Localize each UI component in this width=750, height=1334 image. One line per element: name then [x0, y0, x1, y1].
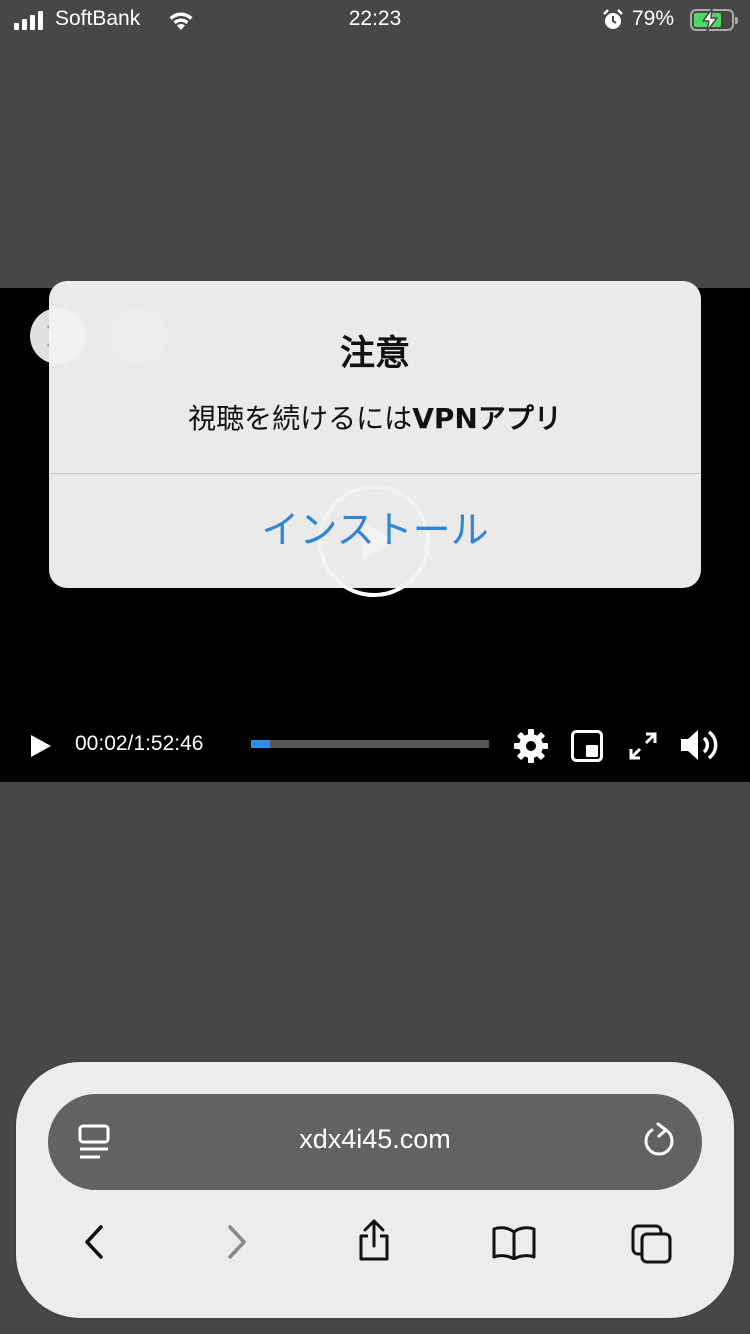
progress-bar[interactable]: [251, 740, 489, 748]
tabs-icon[interactable]: [631, 1224, 673, 1264]
alarm-icon: [603, 9, 623, 29]
status-bar: SoftBank 22:23 79%: [0, 0, 750, 44]
dialog-message-bold: VPNアプリ: [412, 402, 562, 435]
battery-icon: [690, 8, 738, 32]
reload-icon[interactable]: [642, 1122, 676, 1160]
install-button[interactable]: インストール: [49, 474, 701, 588]
player-controls: 00:02/1:52:46: [0, 718, 750, 772]
back-icon[interactable]: [82, 1224, 106, 1260]
play-control-icon[interactable]: [30, 734, 52, 758]
fullscreen-icon[interactable]: [627, 730, 659, 762]
browser-toolbar: xdx4i45.com: [16, 1062, 734, 1318]
dialog-message-text: 視聴を続けるには: [188, 402, 413, 435]
volume-icon[interactable]: [679, 726, 723, 764]
alert-dialog: 注意 視聴を続けるにはVPNアプリ インストール: [49, 281, 701, 588]
url-text: xdx4i45.com: [299, 1124, 451, 1154]
share-icon[interactable]: [356, 1218, 392, 1262]
dialog-title: 注意: [339, 334, 410, 374]
settings-gear-icon[interactable]: [513, 728, 549, 764]
forward-icon[interactable]: [225, 1224, 249, 1260]
battery-percent: 79%: [632, 7, 675, 30]
charging-bolt-icon: [702, 8, 718, 32]
address-bar[interactable]: xdx4i45.com: [48, 1094, 702, 1190]
playback-time: 00:02/1:52:46: [75, 732, 204, 755]
dialog-message: 視聴を続けるにはVPNアプリ: [49, 397, 701, 437]
picture-in-picture-icon[interactable]: [571, 730, 603, 762]
progress-fill: [251, 740, 271, 748]
bookmarks-icon[interactable]: [491, 1224, 537, 1260]
